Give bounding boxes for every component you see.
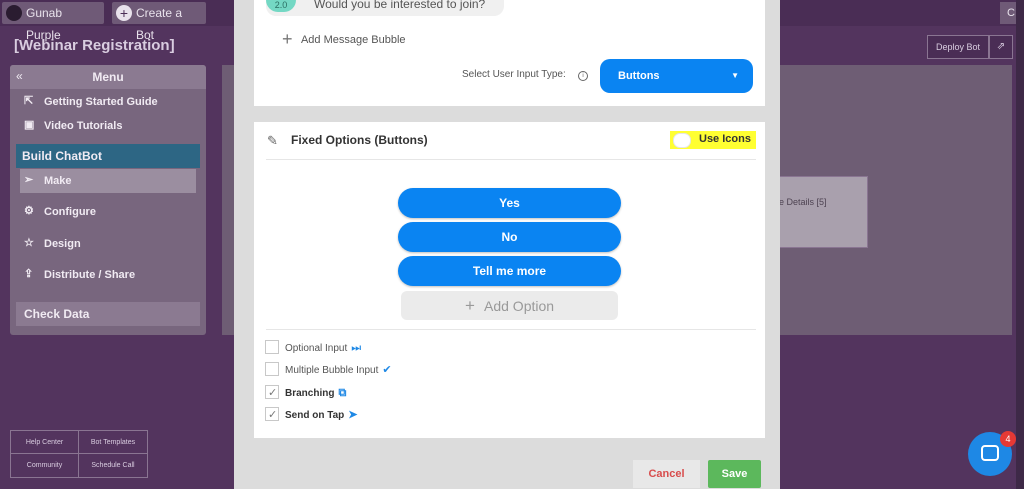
send-icon: ➢ bbox=[24, 174, 34, 186]
scrollbar[interactable] bbox=[1016, 0, 1024, 489]
chat-icon bbox=[981, 445, 999, 461]
menu-header: Menu bbox=[10, 65, 206, 89]
add-option-button[interactable]: + Add Option bbox=[401, 291, 618, 320]
sidebar-item-label: Video Tutorials bbox=[44, 120, 123, 132]
send-on-tap-checkbox[interactable]: ✓ bbox=[265, 407, 279, 421]
bot-templates-link[interactable]: Bot Templates bbox=[79, 431, 147, 454]
use-icons-toggle[interactable] bbox=[673, 133, 691, 148]
checkbox-label: Send on Tap ➤ bbox=[285, 409, 358, 421]
branching-checkbox[interactable]: ✓ bbox=[265, 385, 279, 399]
background-node-card: e Details [5] bbox=[770, 176, 868, 248]
page-title: [Webinar Registration] bbox=[14, 37, 175, 54]
sidebar-item-label: Configure bbox=[44, 206, 96, 218]
footer-links: Help Center Bot Templates Community Sche… bbox=[10, 430, 148, 478]
plus-icon: + bbox=[282, 29, 293, 49]
option-button-no[interactable]: No bbox=[398, 222, 621, 252]
video-icon: ▣ bbox=[24, 119, 35, 131]
check-icon: ✓ bbox=[268, 409, 278, 421]
schedule-call-link[interactable]: Schedule Call bbox=[79, 454, 147, 477]
caret-down-icon: ▼ bbox=[731, 71, 739, 80]
sitemap-icon: ⧉ bbox=[338, 387, 347, 399]
message-bubble[interactable]: Would you be interested to join? bbox=[266, 0, 504, 16]
gear-icon: ⚙ bbox=[24, 205, 34, 217]
notification-badge: 4 bbox=[1000, 431, 1016, 447]
plus-icon: + bbox=[116, 5, 132, 21]
sidebar-item-design[interactable]: ☆ Design bbox=[18, 233, 198, 255]
sidebar-item-label: Design bbox=[44, 238, 81, 250]
sidebar-item-make[interactable]: ➢ Make bbox=[18, 170, 198, 192]
avatar bbox=[6, 5, 22, 21]
checkbox-label: Branching ⧉ bbox=[285, 387, 347, 399]
pencil-icon: ✎ bbox=[267, 133, 278, 148]
info-icon[interactable]: i bbox=[578, 71, 588, 81]
sidebar-item-label: Distribute / Share bbox=[44, 269, 136, 281]
user-input-type-label: Select User Input Type: bbox=[462, 69, 566, 80]
skip-icon: ⏭ bbox=[351, 342, 362, 354]
use-icons-toggle-row[interactable]: Use Icons bbox=[670, 131, 756, 149]
help-center-link[interactable]: Help Center bbox=[11, 431, 79, 454]
user-input-type-value: Buttons bbox=[618, 70, 660, 82]
deploy-bot-button[interactable]: Deploy Bot bbox=[927, 35, 989, 59]
optional-input-checkbox[interactable] bbox=[265, 340, 279, 354]
sidebar-item-label: Getting Started Guide bbox=[44, 96, 158, 108]
use-icons-label: Use Icons bbox=[699, 133, 751, 145]
external-link-icon: ⇱ bbox=[24, 95, 34, 107]
sidebar-item-distribute[interactable]: ⇪ Distribute / Share bbox=[18, 264, 198, 286]
checkbox-label: Multiple Bubble Input ✔ bbox=[285, 364, 392, 376]
collapse-icon[interactable]: « bbox=[16, 69, 23, 83]
external-link-icon[interactable]: ⇗ bbox=[989, 35, 1013, 59]
profile-button[interactable]: Gunab Purple bbox=[2, 2, 104, 42]
menu-label: Menu bbox=[92, 70, 124, 84]
save-button[interactable]: Save bbox=[708, 460, 761, 488]
add-message-bubble-button[interactable]: + Add Message Bubble bbox=[282, 30, 406, 49]
option-button-tell-me-more[interactable]: Tell me more bbox=[398, 256, 621, 286]
cancel-button[interactable]: Cancel bbox=[633, 460, 700, 488]
community-link[interactable]: Community bbox=[11, 454, 79, 477]
divider bbox=[266, 159, 756, 160]
share-icon: ⇪ bbox=[24, 268, 34, 280]
paper-plane-icon: ➤ bbox=[348, 409, 358, 421]
sidebar-section-build-chatbot[interactable]: Build ChatBot bbox=[16, 144, 200, 168]
user-input-type-select[interactable]: Buttons ▼ bbox=[600, 59, 753, 93]
sidebar-item-configure[interactable]: ⚙ Configure bbox=[18, 201, 198, 223]
add-option-label: Add Option bbox=[484, 298, 555, 314]
option-button-yes[interactable]: Yes bbox=[398, 188, 621, 218]
sidebar-item-check-data[interactable]: Check Data bbox=[16, 302, 200, 326]
checkbox-label: Optional Input ⏭ bbox=[285, 342, 362, 354]
create-bot-button[interactable]: + Create a Bot bbox=[112, 2, 206, 42]
star-icon: ☆ bbox=[24, 237, 34, 249]
verified-icon: ✔ bbox=[382, 364, 392, 376]
background-node-label: e Details [5] bbox=[779, 197, 827, 207]
multiple-bubble-input-checkbox[interactable] bbox=[265, 362, 279, 376]
divider bbox=[266, 329, 756, 330]
sidebar-item-video-tutorials[interactable]: ▣ Video Tutorials bbox=[18, 115, 198, 137]
message-text: Would you be interested to join? bbox=[314, 0, 486, 11]
section-title: Fixed Options (Buttons) bbox=[291, 133, 428, 147]
add-message-bubble-label: Add Message Bubble bbox=[300, 34, 406, 46]
sidebar-item-label: Make bbox=[44, 175, 72, 187]
check-icon: ✓ bbox=[268, 387, 278, 399]
sidebar: Menu « ⇱ Getting Started Guide ▣ Video T… bbox=[10, 65, 206, 335]
sidebar-item-getting-started[interactable]: ⇱ Getting Started Guide bbox=[18, 91, 198, 113]
plus-icon: + bbox=[464, 296, 475, 315]
